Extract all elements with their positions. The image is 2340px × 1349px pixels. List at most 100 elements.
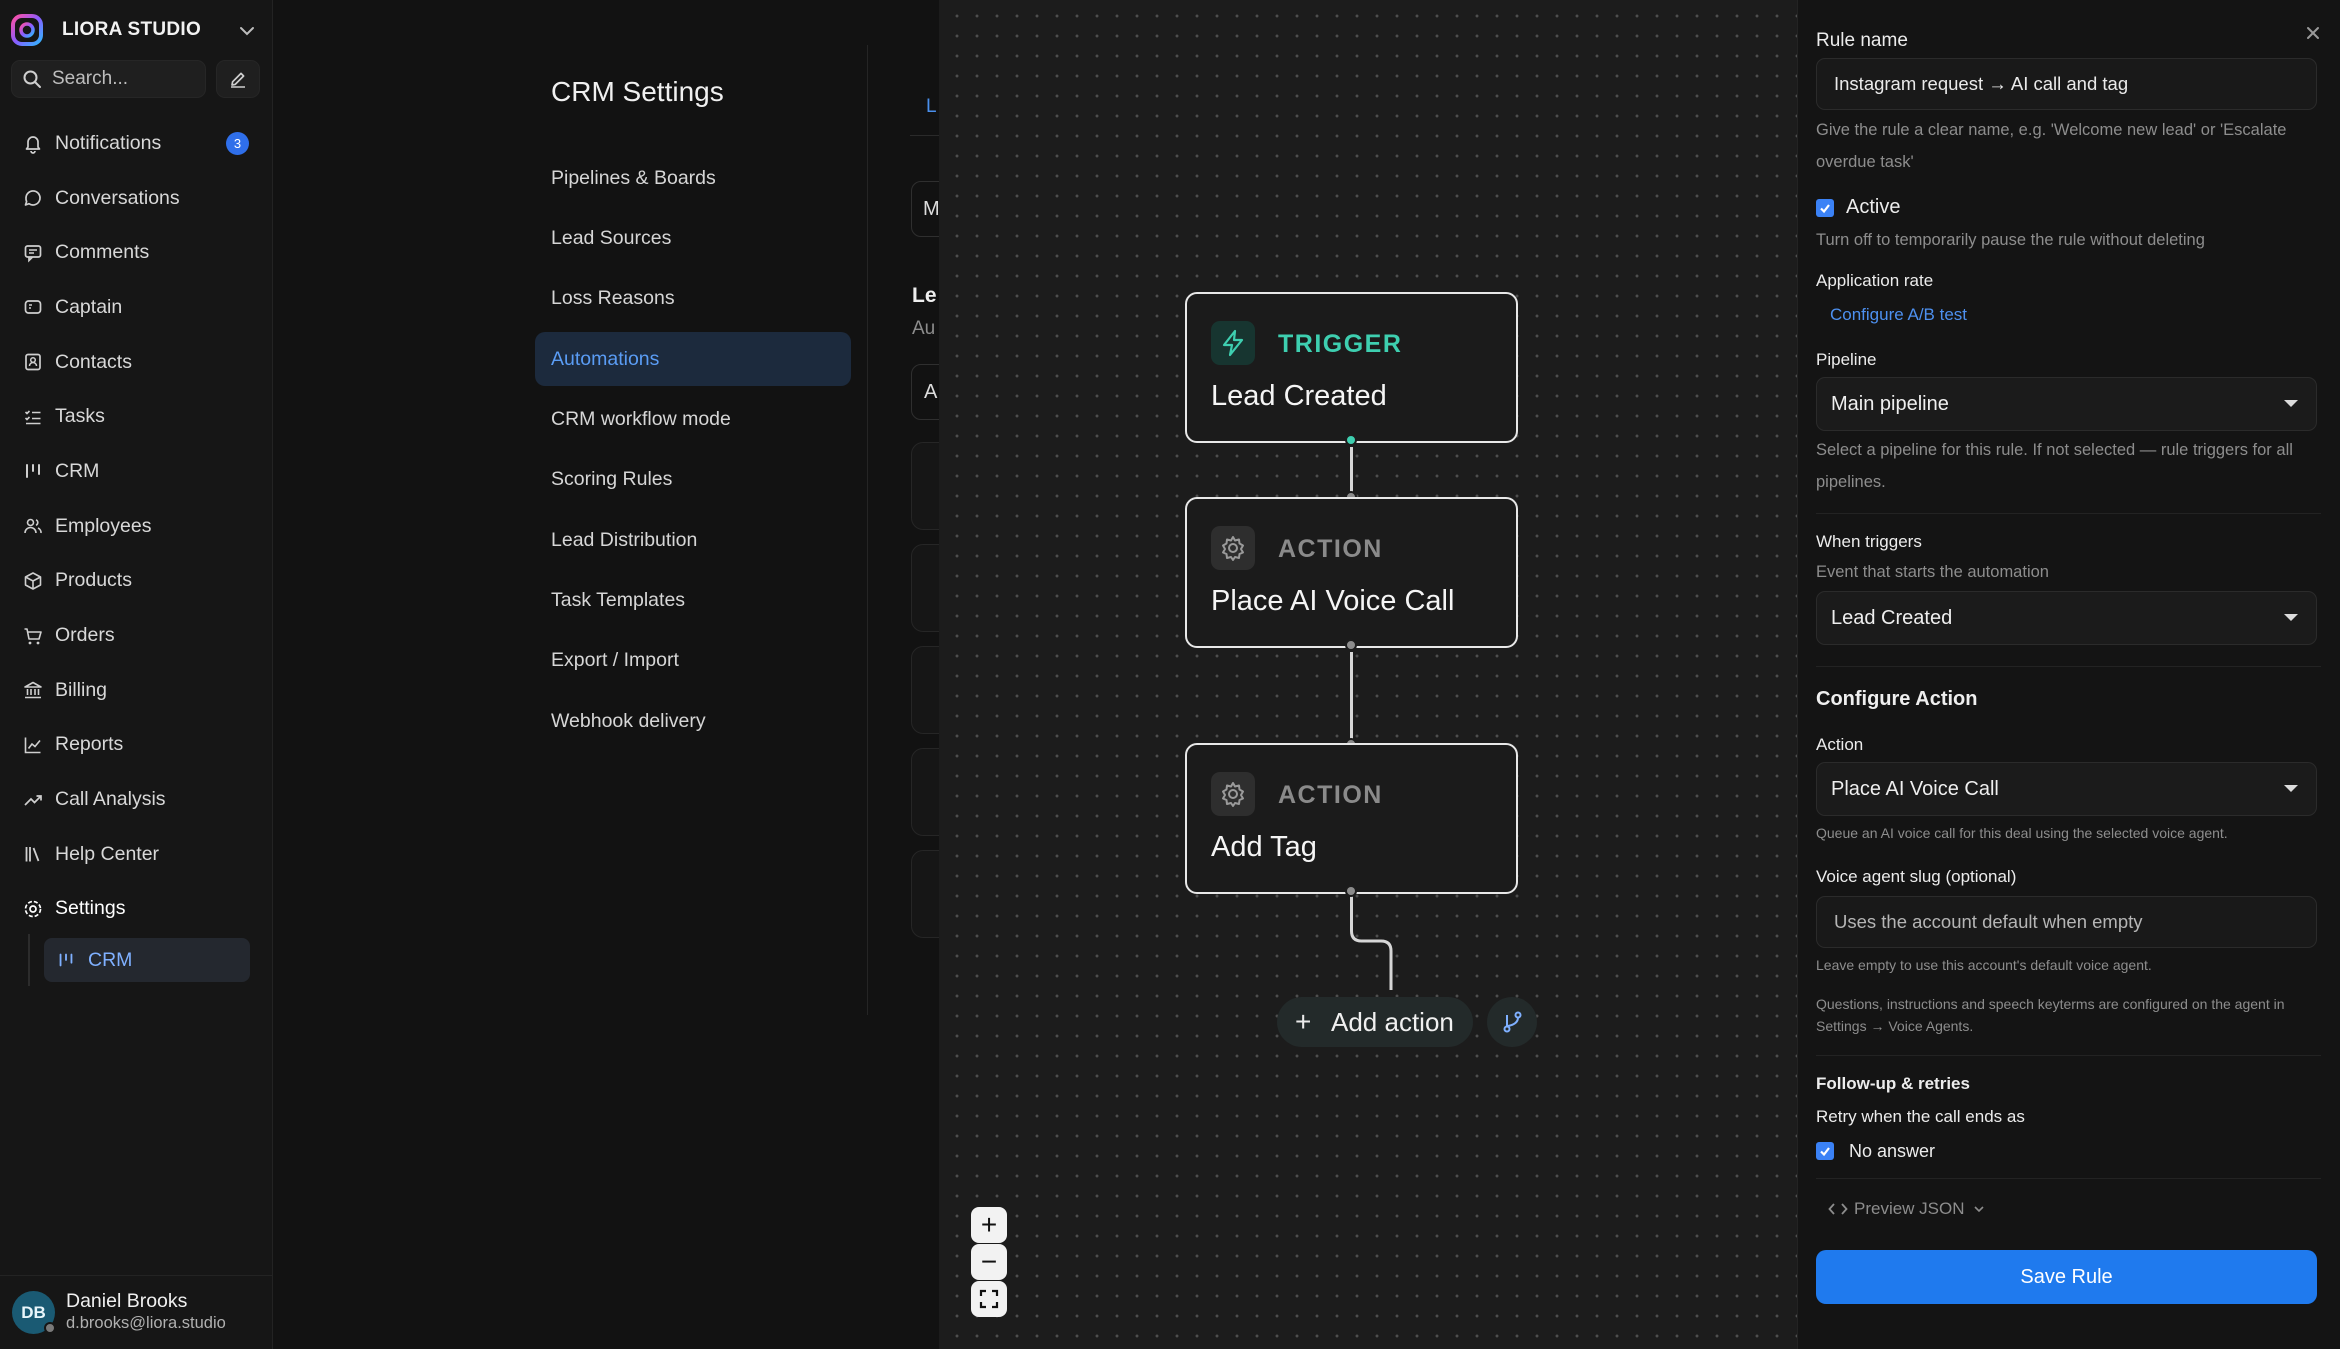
- tasks-icon: [24, 410, 41, 425]
- caret-down-icon: [2284, 614, 2298, 621]
- fit-view-icon: [979, 1289, 999, 1309]
- followup-title: Follow-up & retries: [1816, 1074, 1970, 1093]
- rule-name-input[interactable]: Instagram request → AI call and tag: [1816, 58, 2317, 110]
- retry-label: Retry when the call ends as: [1816, 1107, 2025, 1126]
- nav-item-products[interactable]: Products: [0, 554, 273, 609]
- pipeline-help: Select a pipeline for this rule. If not …: [1816, 441, 2293, 491]
- voice-agent-slug-label: Voice agent slug (optional): [1816, 867, 2017, 886]
- nav-item-conversations[interactable]: Conversations: [0, 171, 273, 226]
- settings-menu-item[interactable]: Scoring Rules: [535, 450, 851, 510]
- action-help: Queue an AI voice call for this deal usi…: [1816, 825, 2228, 841]
- settings-menu-item[interactable]: CRM workflow mode: [535, 389, 851, 449]
- node-title: Lead Created: [1211, 380, 1387, 412]
- search-placeholder: Search...: [52, 68, 129, 89]
- settings-menu-item[interactable]: Lead Distribution: [535, 510, 851, 570]
- rule-name-help: Give the rule a clear name, e.g. 'Welcom…: [1816, 121, 2287, 171]
- settings-menu-item[interactable]: Task Templates: [535, 570, 851, 630]
- node-kind: ACTION: [1278, 781, 1383, 809]
- voice-agent-slug-input[interactable]: Uses the account default when empty: [1816, 896, 2317, 948]
- trigger-value: Lead Created: [1831, 606, 1953, 629]
- action-node[interactable]: ACTION Add Tag: [1185, 743, 1518, 894]
- settings-menu-item[interactable]: Pipelines & Boards: [535, 148, 851, 208]
- configure-ab-test-link[interactable]: Configure A/B test: [1830, 305, 1967, 325]
- pipeline-select[interactable]: Main pipeline: [1816, 377, 2317, 431]
- close-icon[interactable]: [2302, 22, 2324, 44]
- nav-item-tasks[interactable]: Tasks: [0, 389, 273, 444]
- search-input[interactable]: Search...: [11, 60, 206, 98]
- nav-item-contacts[interactable]: Contacts: [0, 335, 273, 390]
- user-email: d.brooks@liora.studio: [66, 1314, 226, 1332]
- save-rule-button[interactable]: Save Rule: [1816, 1250, 2317, 1304]
- application-rate-label: Application rate: [1816, 271, 1934, 290]
- divider: [1816, 666, 2321, 667]
- trigger-node[interactable]: TRIGGER Lead Created: [1185, 292, 1518, 443]
- add-action-button[interactable]: + Add action: [1277, 997, 1473, 1047]
- settings-menu-item[interactable]: Webhook delivery: [535, 691, 851, 751]
- settings-menu-item[interactable]: Loss Reasons: [535, 269, 851, 329]
- output-port[interactable]: [1345, 885, 1357, 897]
- captain-icon: [24, 300, 42, 315]
- nav-label: Employees: [55, 514, 152, 537]
- output-port[interactable]: [1345, 639, 1357, 651]
- nav-item-help-center[interactable]: Help Center: [0, 827, 273, 882]
- zoom-out-button[interactable]: −: [971, 1244, 1007, 1280]
- settings-menu-item[interactable]: Lead Sources: [535, 208, 851, 268]
- node-title: Add Tag: [1211, 831, 1317, 863]
- contacts-icon: [25, 353, 41, 371]
- no-answer-checkbox[interactable]: [1816, 1142, 1834, 1160]
- trigger-select[interactable]: Lead Created: [1816, 591, 2317, 645]
- add-branch-button[interactable]: [1487, 997, 1537, 1047]
- pipeline-label: Pipeline: [1816, 350, 1877, 369]
- preview-json-toggle[interactable]: Preview JSON: [1828, 1199, 1987, 1219]
- content-tab[interactable]: L: [926, 96, 937, 118]
- action-node[interactable]: ACTION Place AI Voice Call: [1185, 497, 1518, 648]
- kanban-icon: [26, 464, 40, 479]
- nav-item-settings[interactable]: Settings: [0, 882, 273, 937]
- node-kind: TRIGGER: [1278, 330, 1403, 358]
- divider: [1816, 1055, 2321, 1056]
- bell-icon: [25, 136, 41, 155]
- output-port[interactable]: [1345, 434, 1357, 446]
- settings-menu-item[interactable]: Export / Import: [535, 631, 851, 691]
- nav-item-crm[interactable]: CRM: [0, 444, 273, 499]
- nav-label: Products: [55, 569, 132, 592]
- gear-icon: [24, 900, 42, 918]
- pipeline-value: Main pipeline: [1831, 392, 1949, 415]
- settings-menu-item-active[interactable]: Automations: [535, 332, 851, 387]
- nav-label: Comments: [55, 241, 150, 264]
- fit-view-button[interactable]: [971, 1281, 1007, 1317]
- divider: [1816, 513, 2321, 514]
- users-icon: [24, 518, 42, 534]
- avatar: DB: [12, 1291, 56, 1334]
- nav-label: Settings: [55, 897, 126, 920]
- workspace-switcher[interactable]: LIORA STUDIO: [10, 10, 260, 50]
- voice-agent-slug-help: Leave empty to use this account's defaul…: [1816, 957, 2152, 973]
- search-icon: [23, 70, 41, 88]
- zoom-in-button[interactable]: +: [971, 1207, 1007, 1243]
- nav-item-billing[interactable]: Billing: [0, 663, 273, 718]
- nav-item-call-analysis[interactable]: Call Analysis: [0, 772, 273, 827]
- caret-down-icon: [2284, 400, 2298, 407]
- when-triggers-label: When triggers: [1816, 532, 1922, 551]
- trend-icon: [24, 794, 42, 806]
- nav-item-employees[interactable]: Employees: [0, 499, 273, 554]
- nav-item-reports[interactable]: Reports: [0, 718, 273, 773]
- crm-settings: CRM Settings Pipelines & Boards Lead Sou…: [274, 0, 951, 1349]
- compose-button[interactable]: [216, 60, 260, 98]
- nav-label: Help Center: [55, 842, 160, 865]
- active-checkbox[interactable]: [1816, 199, 1834, 217]
- subnav-guide: [28, 934, 30, 986]
- avatar-initials: DB: [21, 1302, 46, 1322]
- box-icon: [24, 572, 42, 590]
- user-profile[interactable]: DB Daniel Brooks d.brooks@liora.studio: [0, 1275, 273, 1349]
- nav-item-captain[interactable]: Captain: [0, 280, 273, 335]
- check-icon: [1820, 204, 1830, 214]
- nav-label: Reports: [55, 733, 124, 756]
- nav-item-orders[interactable]: Orders: [0, 608, 273, 663]
- subnav-item-crm[interactable]: CRM: [44, 938, 250, 982]
- nav-item-comments[interactable]: Comments: [0, 225, 273, 280]
- workflow-canvas[interactable]: TRIGGER Lead Created ACTION Place AI Voi…: [939, 0, 1797, 1349]
- nav-item-notifications[interactable]: Notifications 3: [0, 116, 273, 171]
- divider: [1816, 1178, 2321, 1179]
- action-select[interactable]: Place AI Voice Call: [1816, 762, 2317, 816]
